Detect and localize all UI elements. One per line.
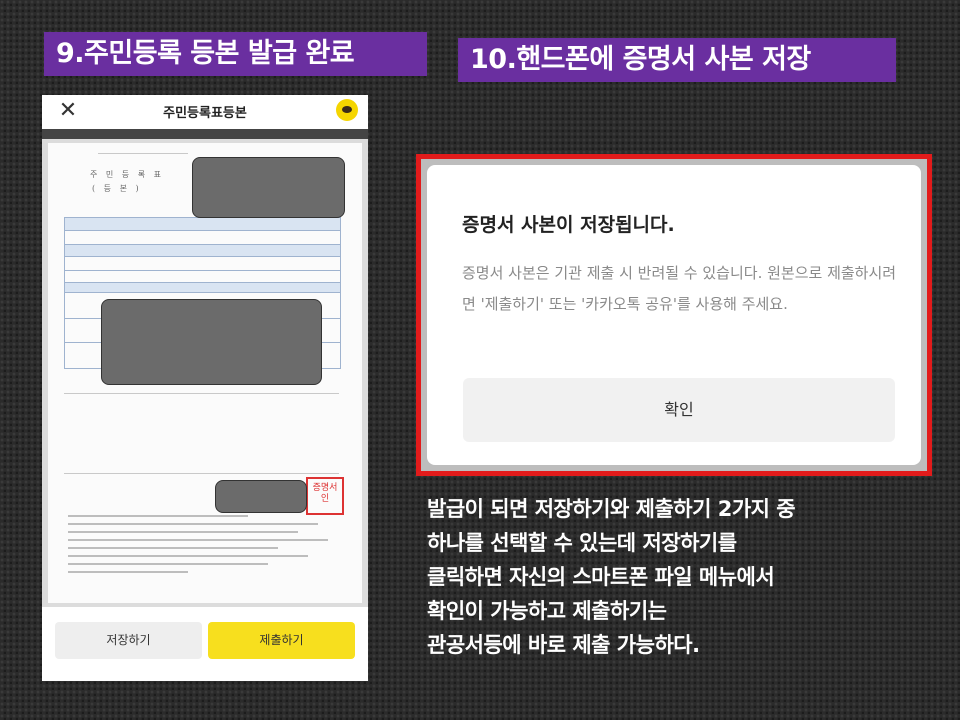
kakaotalk-icon[interactable] bbox=[336, 99, 358, 121]
document-heading: 주 민 등 록 표 bbox=[90, 170, 164, 179]
explanation-line: 확인이 가능하고 제출하기는 bbox=[427, 599, 667, 623]
explanation-line: 발급이 되면 저장하기와 제출하기 2가지 중 bbox=[427, 497, 796, 521]
dialog-title: 증명서 사본이 저장됩니다. bbox=[462, 214, 675, 236]
dialog-highlight: 증명서 사본이 저장됩니다. 증명서 사본은 기관 제출 시 반려될 수 있습니… bbox=[416, 154, 932, 476]
step-9-title: 9.주민등록 등본 발급 완료 bbox=[44, 32, 427, 76]
document-preview: 주 민 등 록 표 ( 등 본 ) 증명서 인 bbox=[42, 129, 368, 607]
explanation-line: 하나를 선택할 수 있는데 저장하기를 bbox=[427, 531, 737, 555]
confirm-button[interactable]: 확인 bbox=[463, 378, 895, 442]
phone-footer: 저장하기 제출하기 bbox=[42, 607, 368, 681]
explanation-text: 발급이 되면 저장하기와 제출하기 2가지 중 하나를 선택할 수 있는데 저장… bbox=[427, 492, 947, 662]
dialog-message: 증명서 사본은 기관 제출 시 반려될 수 있습니다. 원본으로 제출하시려면 … bbox=[462, 264, 897, 313]
redaction-box bbox=[215, 480, 307, 513]
phone-screenshot: ✕ 주민등록표등본 주 민 등 록 표 ( 등 본 ) 증명서 인 저장하기 제… bbox=[42, 95, 368, 681]
save-button[interactable]: 저장하기 bbox=[55, 622, 202, 659]
explanation-line: 관공서등에 바로 제출 가능하다. bbox=[427, 633, 700, 657]
submit-button[interactable]: 제출하기 bbox=[208, 622, 355, 659]
explanation-line: 클릭하면 자신의 스마트폰 파일 메뉴에서 bbox=[427, 565, 775, 589]
step-10-title: 10.핸드폰에 증명서 사본 저장 bbox=[458, 38, 896, 82]
phone-header: ✕ 주민등록표등본 bbox=[42, 95, 368, 130]
phone-title: 주민등록표등본 bbox=[163, 106, 247, 121]
redaction-box bbox=[101, 299, 322, 385]
document-subheading: ( 등 본 ) bbox=[92, 184, 142, 193]
redaction-box bbox=[192, 157, 345, 218]
official-seal: 증명서 인 bbox=[306, 477, 344, 515]
save-copy-dialog: 증명서 사본이 저장됩니다. 증명서 사본은 기관 제출 시 반려될 수 있습니… bbox=[427, 165, 921, 465]
